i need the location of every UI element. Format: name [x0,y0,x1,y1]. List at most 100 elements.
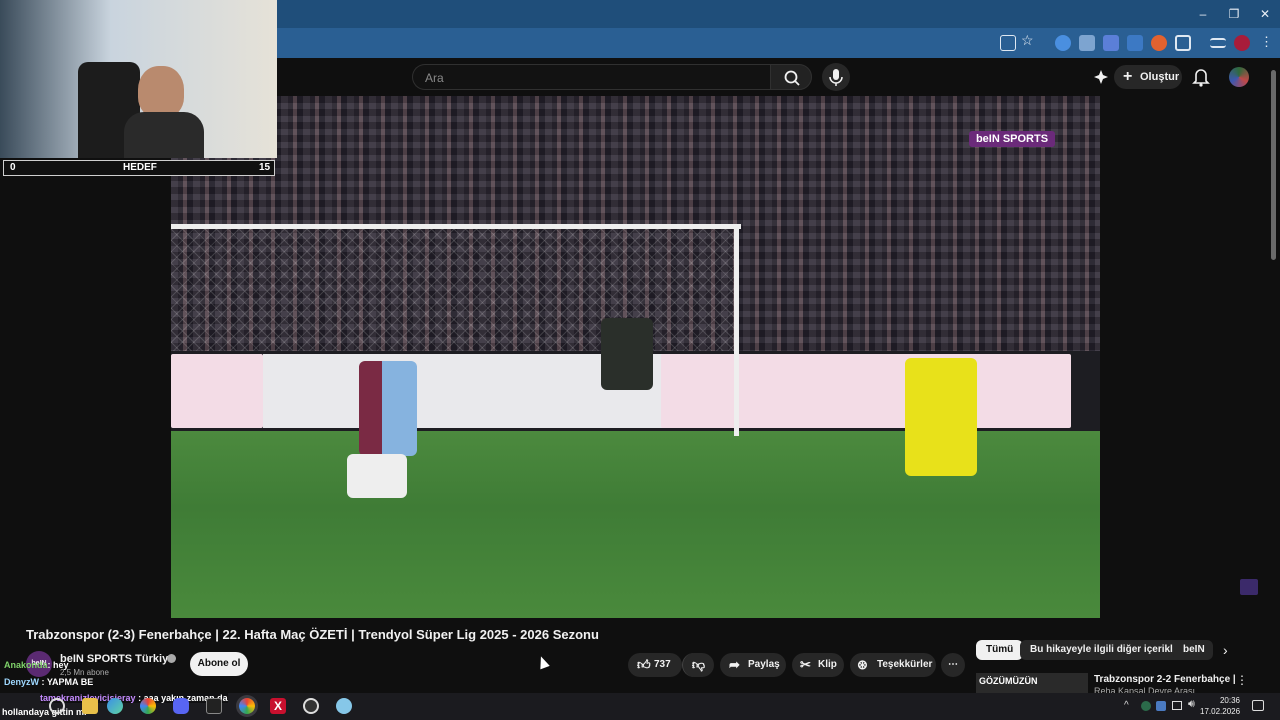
extensions-puzzle-icon[interactable] [1175,35,1191,51]
taskbar-chrome-active-icon[interactable] [239,698,255,714]
taskbar-discord-icon[interactable] [173,698,189,714]
ad-board-left [171,354,263,428]
create-button[interactable]: + Oluştur [1114,65,1182,89]
taskbar-edge-icon[interactable] [107,698,123,714]
taskbar-time[interactable]: 20:36 [1206,696,1240,705]
search-button[interactable] [770,64,812,90]
channel-watermark[interactable] [1240,579,1258,595]
sparkle-icon [1094,70,1108,84]
player-shorts [347,454,407,498]
thanks-dollar-icon: ⊛ [857,657,868,672]
chat-user: Anakonda [4,660,48,670]
avatar[interactable] [1229,67,1249,87]
taskbar-chrome-icon[interactable] [140,698,156,714]
chat-user: DenyzW [4,677,40,687]
taskbar-obs-icon[interactable] [303,698,319,714]
tray-monitor-icon[interactable] [1172,701,1182,710]
goal-label: HEDEF [123,162,157,173]
tray-steam-icon[interactable] [1156,701,1166,711]
extension-icon-5[interactable] [1151,35,1167,51]
extension-icon-3[interactable] [1103,35,1119,51]
video-title: Trabzonspor (2-3) Fenerbahçe | 22. Hafta… [26,627,599,642]
thumbnail-text: GÖZÜMÜZÜN [979,676,1038,686]
streamer-face [138,66,184,118]
goal-current: 0 [10,162,16,173]
extension-icon-1[interactable] [1055,35,1071,51]
share-button[interactable]: ➦ Paylaş [720,653,786,677]
shorts-create-icon[interactable] [1092,68,1110,86]
chat-message: DenyzW : YAPMA BE [4,677,94,687]
mic-icon [829,69,843,86]
dislike-button[interactable]: 👎︎ [682,653,714,677]
chat-message: Anakonda: hey [4,660,69,670]
streamer-body [124,112,204,158]
taskbar-app2-icon[interactable] [336,698,352,714]
chat-text: YAPMA BE [46,677,94,687]
taskbar-app-icon[interactable] [206,698,222,714]
notifications-button[interactable] [1192,67,1210,87]
taskbar-file-explorer-icon[interactable] [82,698,98,714]
chip-all[interactable]: Tümü [976,640,1024,660]
browser-menu-icon[interactable]: ⋮ [1260,34,1273,50]
recommended-thumbnail[interactable]: GÖZÜMÜZÜN [976,673,1088,693]
voice-search-button[interactable] [822,63,850,91]
chat-text: hollandaya gittin mi [2,707,87,717]
goal-counter: 0 HEDEF 15 [3,160,275,176]
close-button[interactable]: ✕ [1250,4,1280,24]
chat-message: tamekranizleyicisieray : aaa yakın zaman… [40,693,228,703]
more-actions-button[interactable]: ⋯ [941,653,965,677]
notification-center-icon[interactable] [1252,700,1264,711]
profile-avatar[interactable] [1234,35,1250,51]
tray-chevron-icon[interactable]: ^ [1124,700,1129,711]
subscribe-button[interactable]: Abone ol [190,652,248,676]
scissors-icon: ✂ [800,657,811,672]
video-player[interactable]: beIN SPORTS [171,96,1100,618]
like-count: 737 [654,659,671,670]
extension-icon-2[interactable] [1079,35,1095,51]
recommended-menu-icon[interactable]: ⋮ [1236,673,1248,687]
thanks-button[interactable]: ⊛ Teşekkürler [850,653,936,677]
share-label: Paylaş [748,659,780,670]
verified-icon [167,654,176,663]
ad-board-porselen [661,354,1071,428]
create-label: Oluştur [1140,71,1180,83]
chat-text: hey [53,660,69,670]
player-goalkeeper [601,318,653,390]
clip-button[interactable]: ✂ Klip [792,653,844,677]
thanks-label: Teşekkürler [877,659,933,670]
thumbs-up-icon: 👍︎ [637,657,651,672]
chat-message: hollandaya gittin mi [2,707,87,717]
thumbs-down-icon: 👎︎ [691,657,706,672]
taskbar-search-icon[interactable] [49,698,65,714]
broadcaster-logo: beIN SPORTS [969,131,1055,147]
search-icon [784,70,800,86]
goal-post [734,224,739,436]
clip-label: Klip [818,659,837,670]
tray-app-icon[interactable] [1141,701,1151,711]
restore-button[interactable]: ❐ [1219,4,1249,24]
channel-name[interactable]: beIN SPORTS Türkiye [60,653,174,665]
player-fenerbahce-24 [905,358,977,476]
player-trabzonspor-10 [359,361,417,456]
bell-icon [1192,69,1210,87]
mouse-cursor-icon [536,654,550,670]
page-scrollbar[interactable] [1271,70,1276,260]
bookmark-star-icon[interactable]: ☆ [1021,32,1034,49]
goal-crossbar [171,224,741,229]
recommended-title[interactable]: Trabzonspor 2-2 Fenerbahçe | [1094,674,1236,685]
chip-bein[interactable]: beIN S [1173,640,1213,660]
reading-list-icon[interactable] [1210,38,1226,48]
minimize-button[interactable]: – [1188,4,1218,24]
plus-icon: + [1123,68,1133,85]
chevron-right-icon[interactable]: › [1223,642,1228,658]
taskbar-x-app-icon[interactable]: X [270,698,286,714]
like-button[interactable]: 👍︎ 737 [628,653,682,677]
goal-target: 15 [259,162,271,173]
taskbar-date[interactable]: 17.02.2026 [1200,707,1240,716]
chip-related[interactable]: Bu hikayeyle ilgili diğer içerikler [1020,640,1193,660]
install-app-icon[interactable] [1000,35,1016,51]
tray-volume-icon[interactable]: 🔊︎ [1188,698,1195,711]
search-input[interactable]: Ara [412,64,770,90]
share-arrow-icon: ➦ [729,657,740,672]
extension-icon-4[interactable] [1127,35,1143,51]
